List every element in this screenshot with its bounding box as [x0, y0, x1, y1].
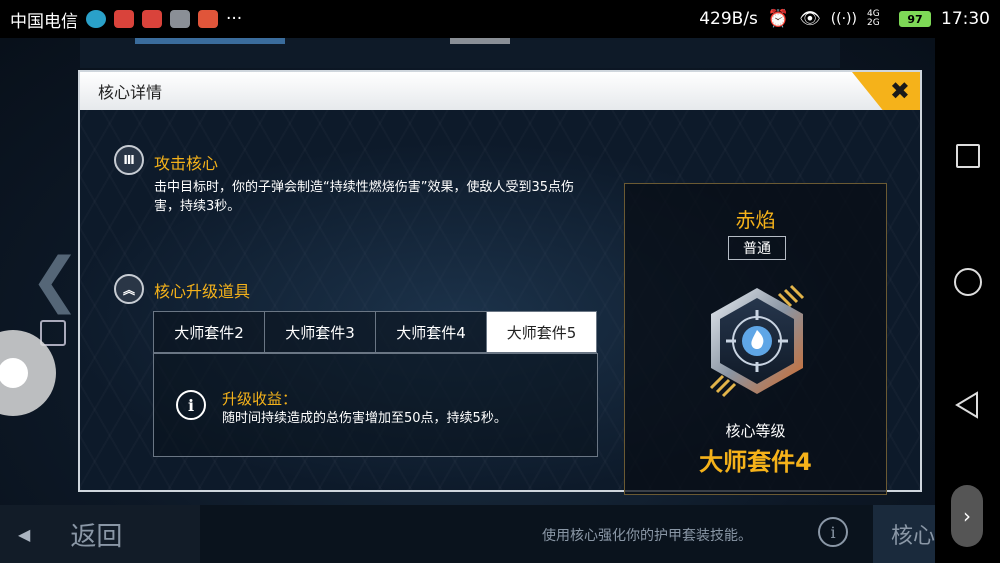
eye-icon: 👁 [799, 9, 821, 29]
back-triangle-icon[interactable] [953, 390, 983, 420]
upgrade-tabs: 大师套件2 大师套件3 大师套件4 大师套件5 [153, 311, 597, 353]
bottom-hint-text: 使用核心强化你的护甲套装技能。 [542, 528, 752, 544]
alarm-icon: ⏰ [767, 9, 790, 29]
carrier-label: 中国电信 [10, 11, 78, 32]
benefit-title: 升级收益： [222, 390, 298, 408]
close-icon: ✖ [889, 77, 910, 105]
network-type: 4G 2G [867, 9, 880, 28]
flame-core-emblem-icon [709, 284, 805, 398]
battery-icon: 97 [899, 11, 931, 27]
upgrade-items-title: 核心升级道具 [154, 282, 251, 301]
hud-bar [450, 38, 510, 44]
status-bar: 中国电信 ··· 429B/s ⏰ 👁 ((·)) 4G 2G 97 17:30 [0, 0, 1000, 38]
core-name: 赤焰 [735, 208, 776, 232]
chevron-left-icon[interactable]: ❮ [30, 245, 80, 315]
net-speed: 429B/s [699, 9, 758, 29]
core-tab-button[interactable]: 核心 [873, 505, 935, 563]
upgrade-benefit-panel: i 升级收益： 随时间持续造成的总伤害增加至50点，持续5秒。 [153, 353, 598, 457]
attack-core-description: 击中目标时，你的子弹会制造“持续性燃烧伤害”效果，使敌人受到35点伤害，持续3秒… [154, 180, 575, 214]
top-hud-strip [80, 38, 840, 68]
nav-expand-button[interactable]: › [951, 485, 983, 547]
attack-core-title: 攻击核心 [154, 154, 219, 173]
core-level-value: 大师套件4 [699, 448, 812, 476]
moon-app-icon [86, 10, 106, 28]
info-icon: i [176, 390, 206, 420]
clock: 17:30 [941, 9, 990, 29]
core-details-dialog: 核心详情 ✖ Ⅲ 攻击核心 击中目标时，你的子弹会制造“持续性燃烧伤害”效果，使… [78, 70, 922, 495]
recent-apps-icon[interactable] [956, 144, 980, 168]
core-rarity-badge: 普通 [728, 236, 786, 260]
hud-bar [135, 38, 285, 44]
missed-call-icon [142, 10, 162, 28]
core-card: 赤焰 普通 核心等级 大师套件4 [624, 183, 887, 495]
floating-ball-center [0, 358, 28, 388]
benefit-description: 随时间持续造成的总伤害增加至50点，持续5秒。 [222, 411, 507, 426]
more-notifications-icon: ··· [226, 9, 243, 29]
tab-master-kit-3[interactable]: 大师套件3 [264, 311, 375, 353]
back-label: 返回 [70, 521, 123, 552]
info-icon[interactable]: i [818, 517, 848, 547]
video-app-icon [198, 10, 218, 28]
tab-master-kit-2[interactable]: 大师套件2 [153, 311, 264, 353]
dialog-body: Ⅲ 攻击核心 击中目标时，你的子弹会制造“持续性燃烧伤害”效果，使敌人受到35点… [80, 110, 920, 495]
double-chevron-up-icon: ︽ [114, 274, 144, 304]
dialog-header: 核心详情 [80, 72, 920, 110]
triangle-left-icon: ◀ [18, 524, 31, 544]
chevron-right-icon: › [963, 504, 971, 528]
home-icon[interactable] [954, 268, 982, 296]
core-level-label: 核心等级 [725, 422, 786, 440]
gallery-app-icon [170, 10, 190, 28]
sms-app-icon [114, 10, 134, 28]
tab-master-kit-4[interactable]: 大师套件4 [375, 311, 486, 353]
tab-master-kit-5[interactable]: 大师套件5 [486, 311, 597, 353]
dialog-title: 核心详情 [98, 83, 163, 102]
wifi-icon: ((·)) [830, 11, 857, 27]
back-button[interactable]: ◀ 返回 [0, 505, 200, 563]
bullets-icon: Ⅲ [114, 145, 144, 175]
